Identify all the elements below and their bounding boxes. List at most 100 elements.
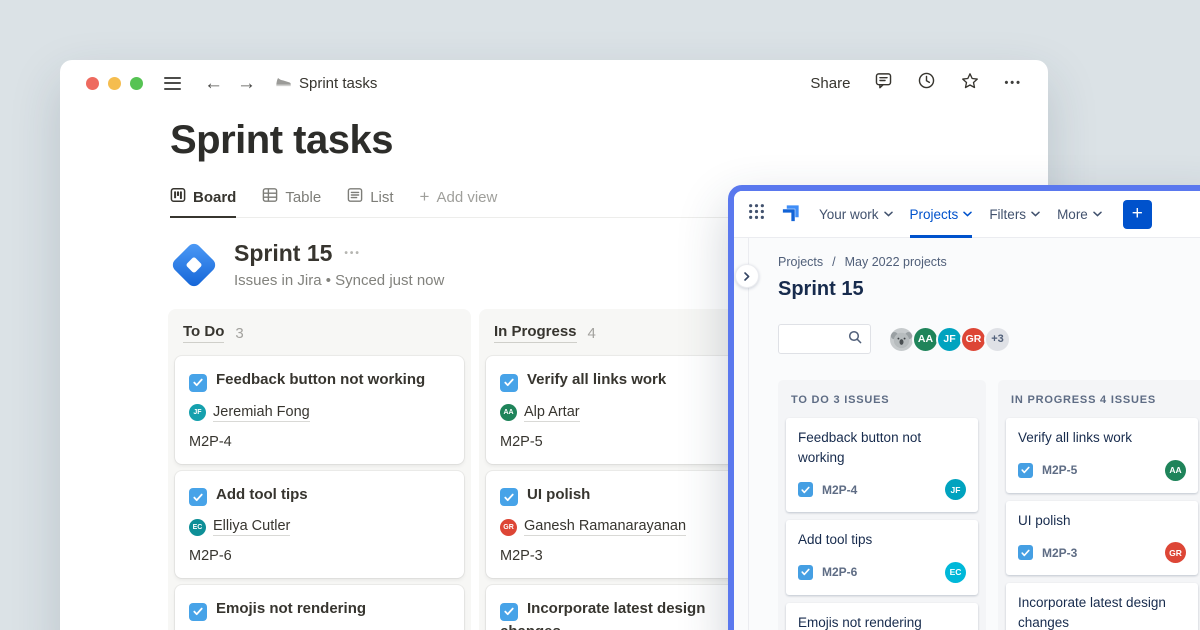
sidebar-menu-button[interactable]	[161, 74, 184, 93]
window-close-button[interactable]	[86, 77, 99, 90]
updates-clock-icon[interactable]	[917, 71, 936, 95]
jira-brand-icon[interactable]	[782, 202, 802, 227]
assignee-link[interactable]: Ganesh Ramanarayanan	[524, 518, 686, 536]
board-title: Sprint 15	[778, 278, 1200, 301]
board-members: AA JF GR +3	[888, 326, 1011, 353]
add-view-button[interactable]: + Add view	[420, 187, 498, 218]
tab-board[interactable]: Board	[170, 187, 236, 218]
issue-title: Incorporate latest design changes	[1018, 593, 1186, 630]
avatar-overflow-count[interactable]: +3	[984, 326, 1011, 353]
more-options-button[interactable]: •••	[1004, 77, 1022, 89]
avatar[interactable]: JF	[936, 326, 963, 353]
checkbox-icon[interactable]	[189, 488, 207, 506]
breadcrumb-projects[interactable]: Projects	[778, 255, 823, 269]
issue-card[interactable]: Incorporate latest design changes M2P-2 …	[1006, 583, 1198, 630]
koala-avatar[interactable]	[888, 326, 915, 353]
issue-card[interactable]: Feedback button not working M2P-4 JF	[786, 418, 978, 512]
issue-title: UI polish	[1018, 511, 1186, 531]
issue-key: M2P-3	[500, 548, 761, 564]
avatar[interactable]: JF	[945, 479, 966, 500]
nav-projects[interactable]: Projects	[910, 191, 973, 238]
breadcrumb-current[interactable]: May 2022 projects	[845, 255, 947, 269]
column-count: 4	[588, 325, 596, 342]
assignee-link[interactable]: Jeremiah Fong	[213, 404, 310, 422]
task-card[interactable]: Add tool tips EC Elliya Cutler M2P-6	[175, 471, 464, 579]
issue-title: Add tool tips	[798, 530, 966, 550]
view-tabs: Board Table List + Add view	[170, 187, 818, 218]
issue-key: M2P-6	[822, 565, 857, 579]
marketing-canvas: ← → Sprint tasks Share •••	[0, 0, 1200, 630]
search-input[interactable]	[778, 324, 871, 354]
avatar[interactable]: GR	[960, 326, 987, 353]
column-in-progress: IN PROGRESS 4 ISSUES Verify all links wo…	[998, 380, 1200, 630]
task-title: Add tool tips	[216, 486, 308, 503]
window-minimize-button[interactable]	[108, 77, 121, 90]
task-card[interactable]: Emojis not rendering AA Alp Artar	[175, 585, 464, 630]
issue-key: M2P-4	[822, 483, 857, 497]
jira-content: Projects / May 2022 projects Sprint 15	[734, 238, 1200, 630]
issue-title: Emojis not rendering	[798, 613, 966, 630]
column-todo: TO DO 3 ISSUES Feedback button not worki…	[778, 380, 986, 630]
avatar[interactable]: AA	[1165, 460, 1186, 481]
checkbox-icon[interactable]	[500, 603, 518, 621]
task-title: Incorporate latest design changes	[500, 600, 705, 630]
tab-table[interactable]: Table	[262, 187, 321, 218]
issue-card[interactable]: Verify all links work M2P-5 AA	[1006, 418, 1198, 493]
issue-card[interactable]: Add tool tips M2P-6 EC	[786, 520, 978, 595]
issue-key: M2P-3	[1042, 546, 1077, 560]
comments-icon[interactable]	[874, 71, 893, 95]
sidebar-divider	[748, 238, 749, 630]
column-count: 3	[235, 325, 243, 342]
checkbox-icon[interactable]	[500, 374, 518, 392]
favorite-star-icon[interactable]	[960, 71, 980, 96]
issue-card[interactable]: UI polish M2P-3 GR	[1006, 501, 1198, 576]
assignee-link[interactable]: Alp Artar	[524, 404, 580, 422]
avatar[interactable]: EC	[945, 562, 966, 583]
window-controls	[86, 77, 143, 90]
page-title: Sprint tasks	[170, 118, 1048, 163]
nav-filters[interactable]: Filters	[989, 191, 1040, 238]
back-button[interactable]: ←	[204, 74, 223, 93]
checkbox-icon[interactable]	[189, 374, 207, 392]
issue-title: Feedback button not working	[798, 428, 966, 467]
avatar[interactable]: AA	[912, 326, 939, 353]
column-name[interactable]: To Do	[183, 323, 224, 343]
checkbox-icon[interactable]	[500, 488, 518, 506]
sidebar-expand-button[interactable]	[735, 264, 759, 288]
tab-list[interactable]: List	[347, 187, 393, 218]
table-view-icon	[262, 187, 278, 207]
column-name[interactable]: In Progress	[494, 323, 577, 343]
task-title: UI polish	[527, 486, 590, 503]
forward-button[interactable]: →	[237, 74, 256, 93]
issue-card[interactable]: Emojis not rendering M2P-1 AA	[786, 603, 978, 630]
nav-your-work[interactable]: Your work	[819, 191, 893, 238]
create-button[interactable]: +	[1123, 200, 1152, 229]
search-icon	[848, 330, 862, 349]
document-title: Sprint tasks	[299, 75, 377, 92]
app-switcher-icon[interactable]	[748, 203, 765, 225]
jira-top-nav: Your work Projects Filters More +	[734, 191, 1200, 238]
issue-title: Verify all links work	[1018, 428, 1186, 448]
avatar: JF	[189, 404, 206, 421]
column-header: IN PROGRESS 4 ISSUES	[1006, 380, 1198, 418]
board-view-icon	[170, 187, 186, 207]
window-zoom-button[interactable]	[130, 77, 143, 90]
jira-window: Your work Projects Filters More +	[728, 185, 1200, 630]
task-type-icon	[1018, 545, 1033, 560]
avatar: AA	[500, 404, 517, 421]
nav-more[interactable]: More	[1057, 191, 1102, 238]
issue-key: M2P-4	[189, 434, 450, 450]
issue-key: M2P-5	[500, 434, 761, 450]
avatar[interactable]: GR	[1165, 542, 1186, 563]
breadcrumb-separator: /	[832, 255, 835, 269]
database-more-button[interactable]: •••	[344, 248, 361, 259]
share-button[interactable]: Share	[810, 75, 850, 92]
database-title: Sprint 15	[234, 240, 332, 267]
assignee-link[interactable]: Elliya Cutler	[213, 518, 290, 536]
task-card[interactable]: Feedback button not working JF Jeremiah …	[175, 356, 464, 464]
task-title: Feedback button not working	[216, 371, 425, 388]
avatar: GR	[500, 519, 517, 536]
jira-board: TO DO 3 ISSUES Feedback button not worki…	[778, 380, 1200, 630]
document-chip[interactable]: Sprint tasks	[274, 72, 377, 94]
checkbox-icon[interactable]	[189, 603, 207, 621]
